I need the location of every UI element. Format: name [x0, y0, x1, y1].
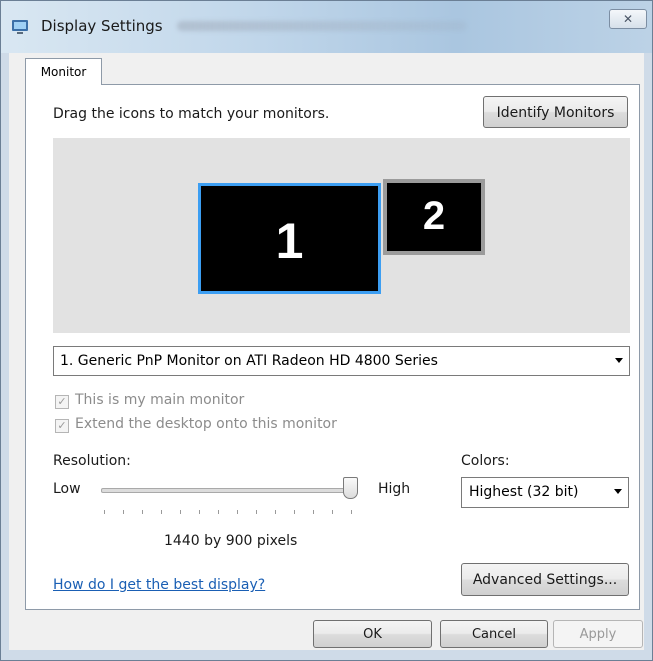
resolution-slider-track[interactable]: [101, 488, 355, 493]
apply-button[interactable]: Apply: [553, 620, 643, 648]
resolution-low-label: Low: [53, 481, 81, 497]
chevron-down-icon: [615, 358, 623, 363]
resolution-high-label: High: [378, 481, 411, 497]
cancel-button[interactable]: Cancel: [440, 620, 548, 648]
extend-desktop-checkbox-row[interactable]: ✓ Extend the desktop onto this monitor: [55, 416, 337, 433]
advanced-settings-button[interactable]: Advanced Settings...: [461, 563, 629, 596]
colors-dropdown[interactable]: Highest (32 bit): [461, 477, 629, 508]
arrange-instruction: Drag the icons to match your monitors.: [53, 106, 330, 122]
help-link[interactable]: How do I get the best display?: [53, 577, 265, 593]
resolution-value: 1440 by 900 pixels: [164, 533, 298, 549]
display-settings-icon: [12, 20, 28, 34]
identify-monitors-button[interactable]: Identify Monitors: [483, 96, 628, 128]
window-title: Display Settings: [41, 17, 163, 35]
ok-button[interactable]: OK: [313, 620, 432, 648]
extend-desktop-label: Extend the desktop onto this monitor: [75, 416, 337, 432]
main-monitor-label: This is my main monitor: [75, 392, 245, 408]
colors-dropdown-value: Highest (32 bit): [469, 484, 579, 500]
monitor-1-tile[interactable]: 1: [198, 183, 381, 294]
extend-desktop-checkbox[interactable]: ✓: [55, 419, 69, 433]
colors-label: Colors:: [461, 453, 510, 469]
title-bar[interactable]: Display Settings ✕: [1, 1, 652, 53]
tab-monitor[interactable]: Monitor: [25, 58, 102, 85]
monitor-dropdown-value: 1. Generic PnP Monitor on ATI Radeon HD …: [60, 353, 438, 369]
main-monitor-checkbox-row[interactable]: ✓ This is my main monitor: [55, 392, 244, 409]
resolution-slider-thumb[interactable]: [343, 477, 358, 499]
monitor-2-tile[interactable]: 2: [383, 179, 485, 255]
chevron-down-icon: [614, 489, 622, 494]
main-monitor-checkbox[interactable]: ✓: [55, 395, 69, 409]
monitor-dropdown[interactable]: 1. Generic PnP Monitor on ATI Radeon HD …: [53, 346, 630, 376]
close-icon: ✕: [622, 12, 634, 26]
resolution-label: Resolution:: [53, 453, 131, 469]
title-bar-glass: [177, 21, 467, 31]
close-button[interactable]: ✕: [609, 9, 647, 29]
